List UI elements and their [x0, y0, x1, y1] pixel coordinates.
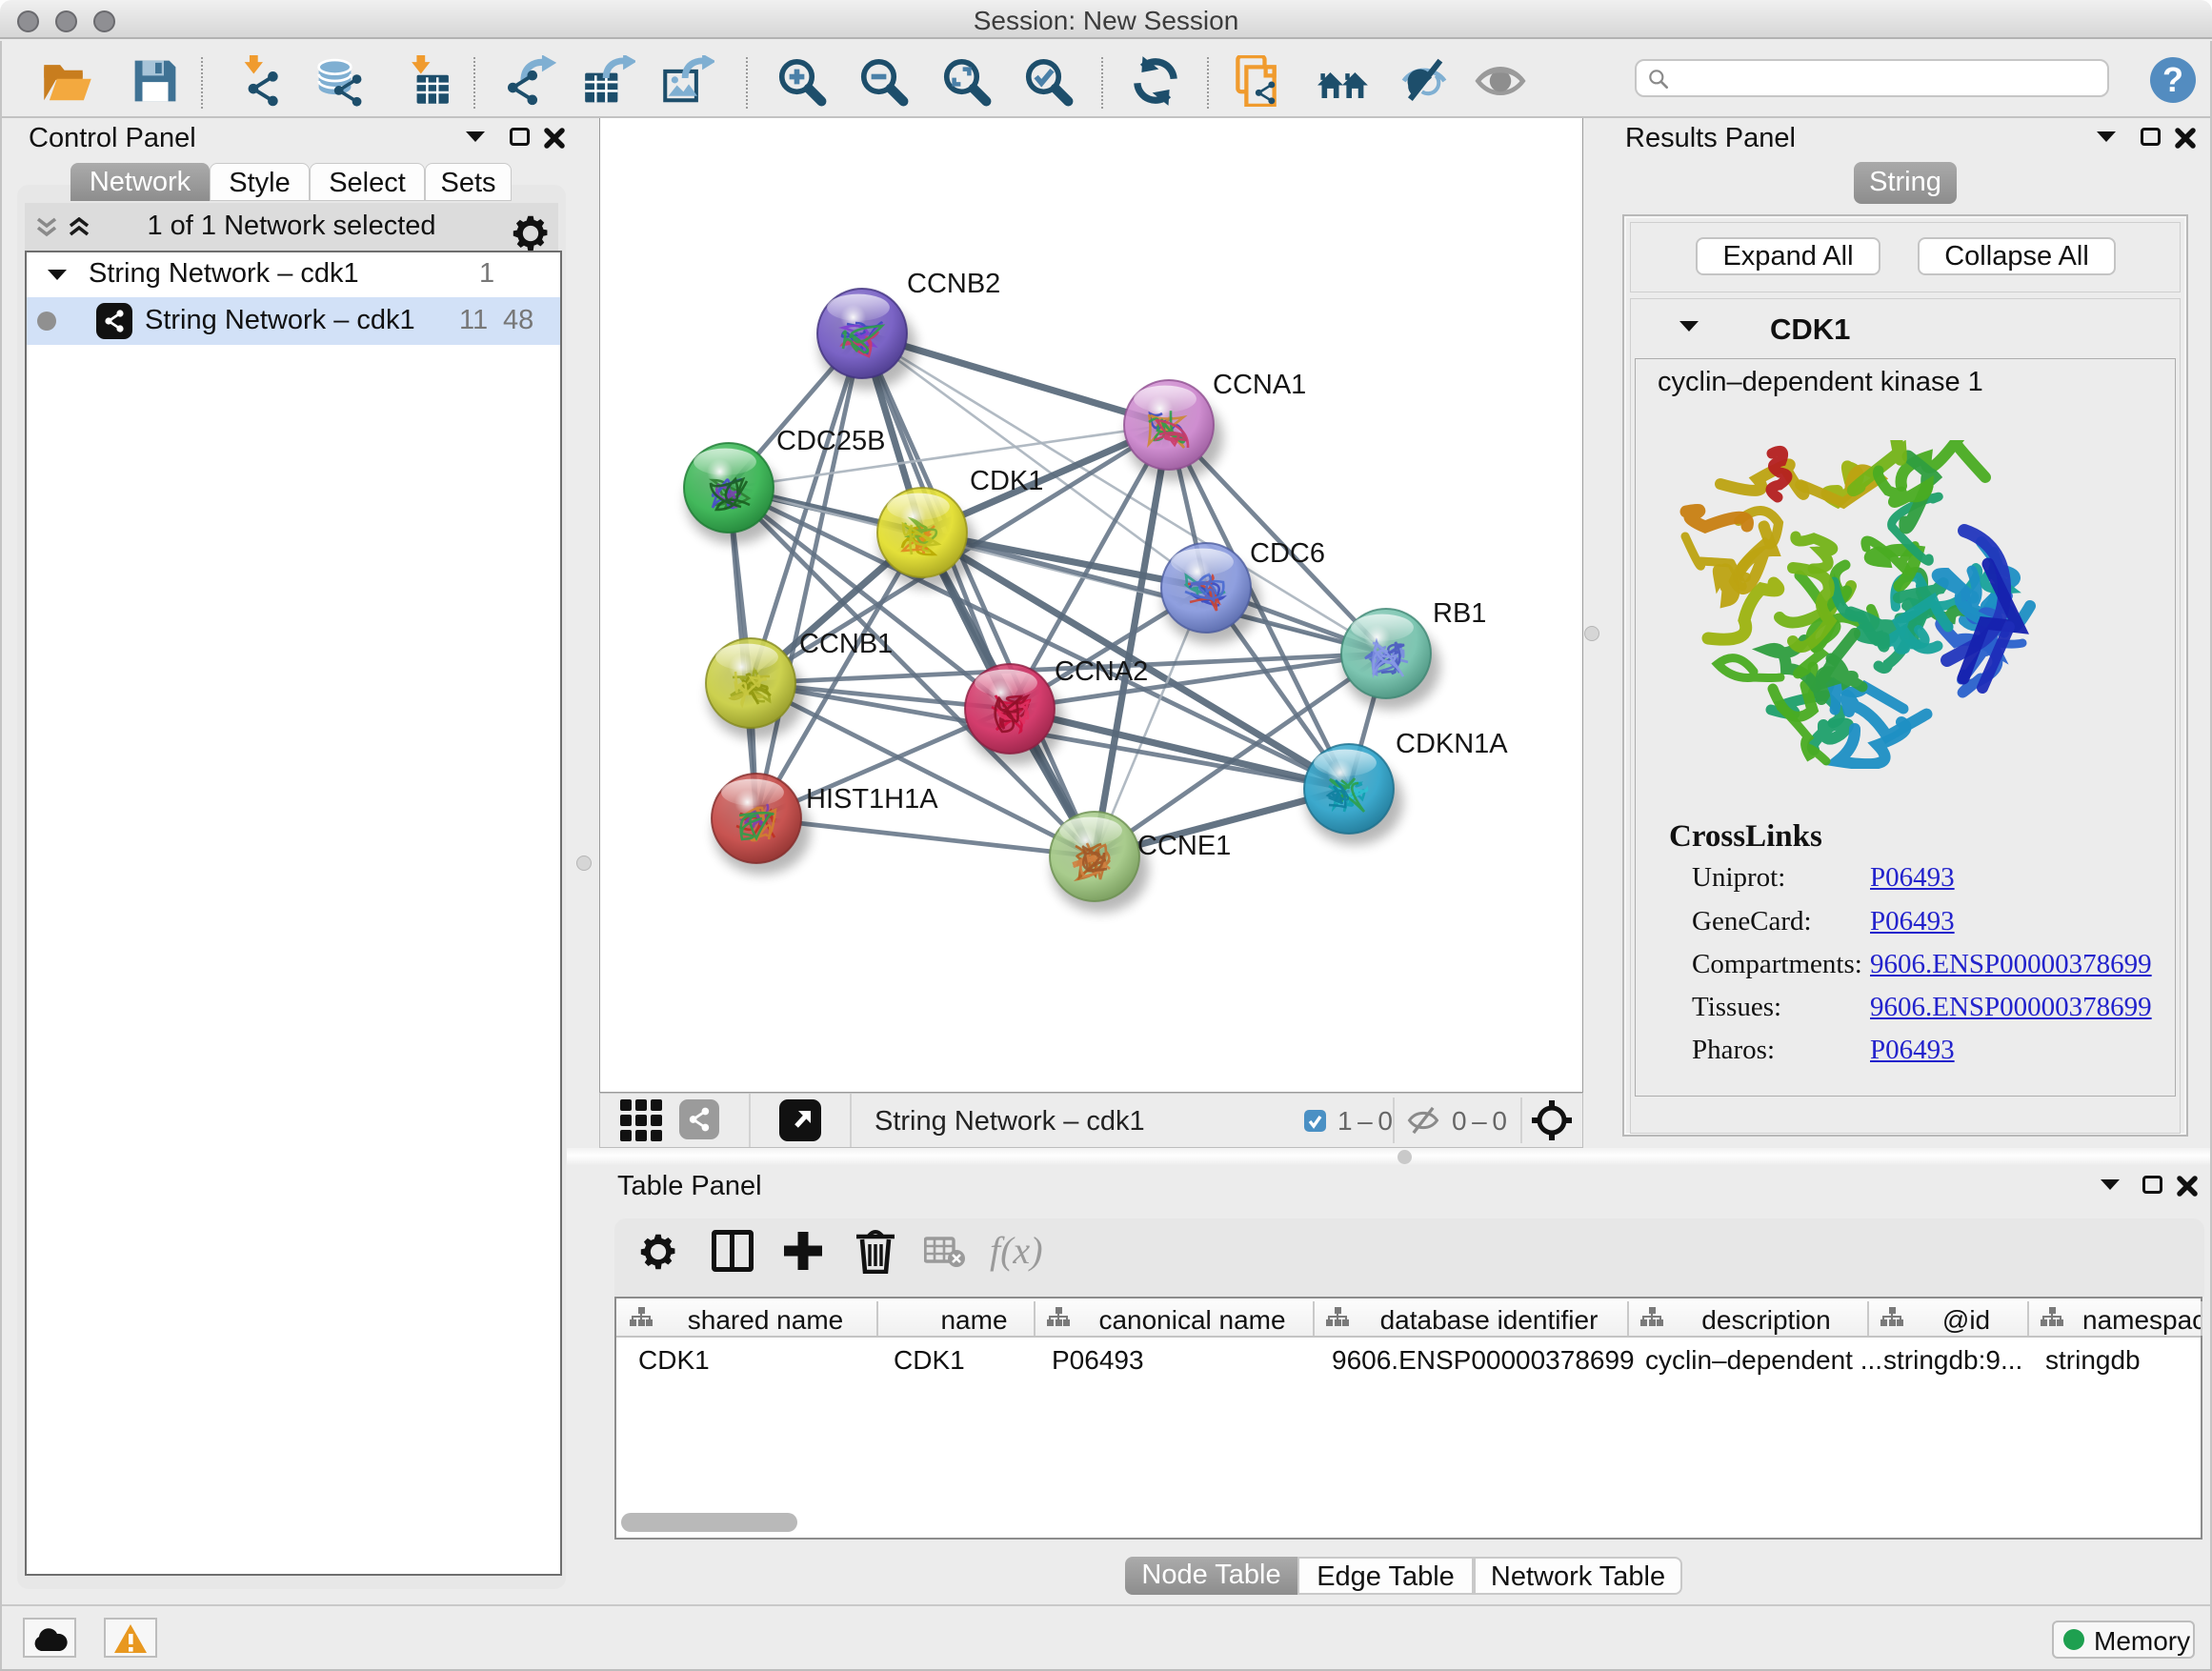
- svg-text:HIST1H1A: HIST1H1A: [806, 784, 938, 815]
- svg-text:CDC25B: CDC25B: [776, 426, 885, 456]
- svg-text:CDC6: CDC6: [1250, 538, 1325, 569]
- svg-text:CCNA1: CCNA1: [1213, 370, 1306, 400]
- svg-text:CCNB1: CCNB1: [799, 629, 893, 659]
- svg-text:CCNE1: CCNE1: [1137, 831, 1231, 861]
- svg-text:RB1: RB1: [1433, 598, 1486, 629]
- svg-text:CDK1: CDK1: [970, 466, 1043, 496]
- svg-text:CDKN1A: CDKN1A: [1396, 729, 1508, 759]
- svg-text:CCNA2: CCNA2: [1055, 656, 1148, 687]
- svg-text:CCNB2: CCNB2: [907, 269, 1000, 299]
